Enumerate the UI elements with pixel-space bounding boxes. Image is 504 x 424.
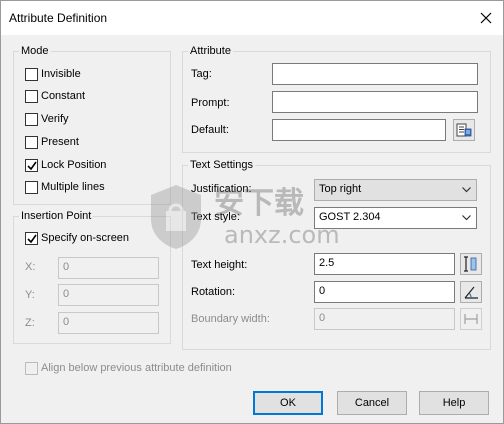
checkbox-label: Multiple lines [41,181,105,193]
checkbox-label: Constant [41,90,86,102]
insert-field-button[interactable] [453,119,475,141]
text-style-label: Text style: [191,211,240,223]
rotation-field[interactable]: 0 [314,281,455,303]
help-button[interactable]: Help [419,391,489,415]
justification-label: Justification: [191,183,252,195]
prompt-label: Prompt: [191,97,230,109]
tag-label: Tag: [191,68,212,80]
rotation-angle-icon [464,286,478,299]
attribute-group-title: Attribute [188,45,233,57]
checkbox-box [25,232,38,245]
attribute-definition-dialog: Attribute Definition Mode Invisible Cons… [0,0,504,424]
checkbox-label: Present [41,136,79,148]
chevron-down-icon [462,187,471,193]
mode-group-title: Mode [19,45,51,57]
pick-height-button[interactable] [460,253,482,275]
checkbox-label: Invisible [41,68,81,80]
pick-rotation-button[interactable] [460,281,482,303]
z-coordinate-field[interactable]: 0 [58,312,159,334]
insertion-point-group-title: Insertion Point [19,210,94,222]
title-bar: Attribute Definition [1,1,503,35]
close-button[interactable] [475,7,497,29]
rotation-label: Rotation: [191,286,236,298]
checkbox-box [25,136,38,149]
checkbox-label: Verify [41,113,69,125]
text-style-value: GOST 2.304 [319,211,381,223]
y-coordinate-field[interactable]: 0 [58,284,159,306]
checkbox-label: Align below previous attribute definitio… [41,362,232,374]
text-height-icon [464,256,477,272]
dialog-title: Attribute Definition [9,11,108,25]
checkbox-box [25,181,38,194]
y-label: Y: [25,289,35,301]
text-style-dropdown[interactable]: GOST 2.304 [314,207,477,229]
pick-boundary-width-button[interactable] [460,308,482,330]
text-settings-group-title: Text Settings [188,159,255,171]
checkbox-box [25,90,38,103]
justification-dropdown[interactable]: Top right [314,179,477,201]
justification-value: Top right [319,183,362,195]
z-label: Z: [25,317,35,329]
checkbox-box [25,362,38,375]
boundary-width-field[interactable]: 0 [314,308,455,330]
ok-button[interactable]: OK [253,391,323,415]
insert-field-icon [456,123,472,137]
boundary-width-label: Boundary width: [191,313,270,325]
checkmark-icon [27,234,37,244]
checkbox-label: Lock Position [41,159,107,171]
x-coordinate-field[interactable]: 0 [58,257,159,279]
text-height-field[interactable]: 2.5 [314,253,455,275]
close-icon [480,12,492,24]
prompt-field[interactable] [272,91,478,113]
checkbox-box [25,113,38,126]
tag-field[interactable] [272,63,478,85]
chevron-down-icon [462,215,471,221]
checkbox-box [25,68,38,81]
boundary-width-icon [464,314,478,324]
x-label: X: [25,261,36,273]
text-height-label: Text height: [191,259,248,271]
cancel-button[interactable]: Cancel [337,391,407,415]
checkbox-label: Specify on-screen [41,232,130,244]
checkbox-box [25,159,38,172]
default-field[interactable] [272,119,446,141]
default-label: Default: [191,124,229,136]
checkmark-icon [27,161,37,171]
